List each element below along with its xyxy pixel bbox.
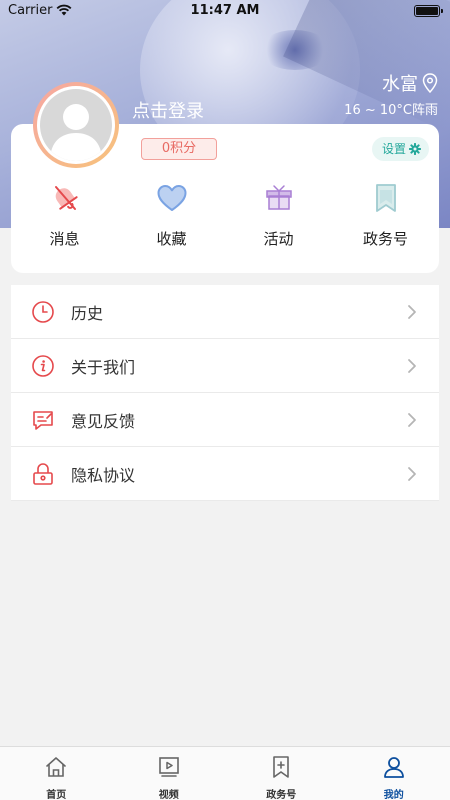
weather-info: 16 ~ 10°C阵雨 — [344, 103, 438, 118]
menu-item-feedback[interactable]: 意见反馈 — [11, 393, 439, 447]
tab-gov-account[interactable]: 政务号 — [225, 747, 338, 800]
location-name: 水富 — [382, 74, 418, 95]
user-icon — [383, 757, 404, 778]
settings-label: 设置 — [381, 142, 406, 156]
quick-action-messages[interactable]: 消息 — [11, 182, 118, 249]
bookmark-icon — [375, 184, 396, 212]
bottom-tab-bar: 首页 视频 政务号 我的 — [0, 746, 450, 800]
chevron-right-icon — [408, 359, 416, 373]
battery-icon — [414, 5, 443, 17]
info-icon — [32, 354, 54, 377]
avatar[interactable] — [33, 82, 119, 168]
settings-menu: 历史 关于我们 意见反馈 隐私协议 — [11, 285, 439, 501]
menu-item-label: 隐私协议 — [71, 465, 136, 485]
video-icon — [158, 757, 179, 777]
home-icon — [46, 757, 67, 777]
quick-action-favorites[interactable]: 收藏 — [118, 182, 225, 249]
tab-video[interactable]: 视频 — [113, 747, 226, 800]
feedback-icon — [33, 410, 53, 430]
bell-muted-icon — [54, 186, 78, 210]
menu-item-privacy[interactable]: 隐私协议 — [11, 447, 439, 501]
default-avatar-icon — [50, 104, 102, 161]
chevron-right-icon — [408, 413, 416, 427]
menu-item-label: 意见反馈 — [71, 411, 136, 431]
menu-item-label: 历史 — [71, 303, 104, 323]
clock-icon — [32, 300, 54, 323]
quick-action-events[interactable]: 活动 — [225, 182, 332, 249]
quick-action-gov-account[interactable]: 政务号 — [332, 182, 439, 249]
points-badge[interactable]: 0积分 — [141, 138, 217, 160]
settings-button[interactable]: 设置 — [371, 137, 429, 161]
gov-bookmark-icon — [273, 756, 290, 778]
menu-item-history[interactable]: 历史 — [11, 285, 439, 339]
location[interactable]: 水富 — [382, 70, 438, 96]
login-prompt[interactable]: 点击登录 — [132, 97, 204, 123]
tab-home[interactable]: 首页 — [0, 747, 113, 800]
gear-icon — [409, 143, 421, 155]
clock: 11:47 AM — [190, 3, 260, 18]
menu-item-label: 关于我们 — [71, 357, 136, 377]
chevron-right-icon — [408, 305, 416, 319]
heart-icon — [157, 185, 186, 211]
lock-icon — [33, 462, 53, 485]
quick-actions: 消息 收藏 活动 政务号 — [11, 182, 439, 249]
tab-me[interactable]: 我的 — [338, 747, 450, 800]
status-bar: Carrier 11:47 AM — [0, 0, 450, 22]
chevron-right-icon — [408, 467, 416, 481]
menu-item-about[interactable]: 关于我们 — [11, 339, 439, 393]
location-pin-icon — [422, 73, 438, 93]
gift-icon — [265, 185, 292, 210]
